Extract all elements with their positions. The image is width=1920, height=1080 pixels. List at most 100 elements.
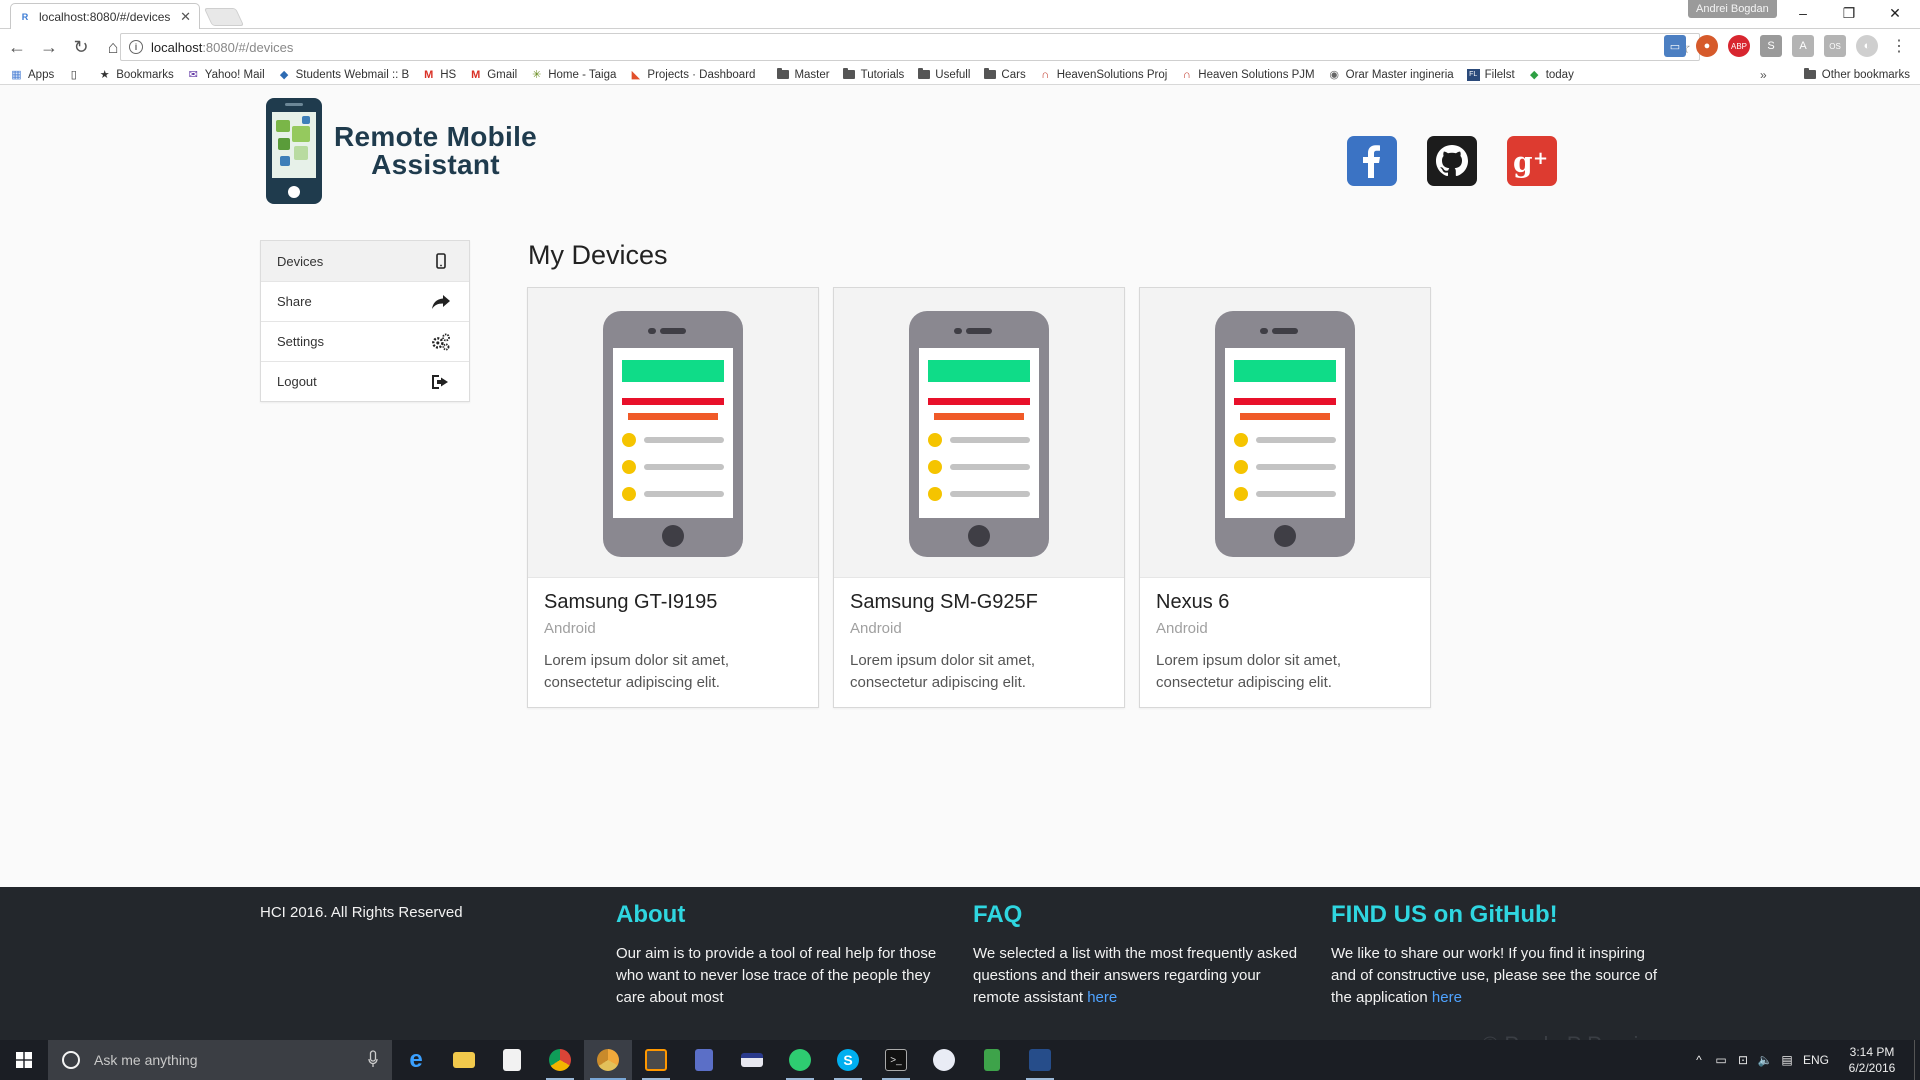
network-icon[interactable]: ⊡ [1732, 1040, 1754, 1080]
app-logo[interactable]: Remote Mobile Assistant [266, 98, 537, 204]
taskbar-paint-icon[interactable] [920, 1040, 968, 1080]
address-bar[interactable]: i localhost:8080/#/devices ☆ [120, 33, 1700, 61]
bookmark-bookmarks[interactable]: ★ Bookmarks [98, 69, 174, 82]
extension-moon-icon[interactable]: ◐ [1856, 35, 1878, 57]
mobile-phone-icon [431, 251, 451, 271]
browser-tab[interactable]: R localhost:8080/#/devices ✕ [10, 3, 200, 29]
device-image [834, 288, 1124, 578]
minimize-icon[interactable]: – [1780, 0, 1826, 26]
taskbar-edge-icon[interactable]: e [392, 1040, 440, 1080]
taskbar-network-app-icon[interactable] [680, 1040, 728, 1080]
bookmark-filelist[interactable]: FL Filelst [1466, 68, 1515, 81]
logo-phone-icon [266, 98, 322, 204]
extension-s-icon[interactable]: S [1760, 35, 1782, 57]
show-desktop-button[interactable] [1914, 1040, 1920, 1080]
taskbar-skype-icon[interactable]: S [824, 1040, 872, 1080]
bookmark-apps[interactable]: ▦ Apps [10, 69, 54, 82]
other-bookmarks[interactable]: Other bookmarks [1804, 68, 1910, 81]
taskbar-terminal-icon[interactable]: >_ [872, 1040, 920, 1080]
extension-chrome-icon[interactable]: ● [1696, 35, 1718, 57]
github-here-link[interactable]: here [1432, 989, 1462, 1006]
taskbar-spreadsheet-icon[interactable] [968, 1040, 1016, 1080]
bookmark-page[interactable]: ▯ [67, 69, 85, 81]
close-tab-icon[interactable]: ✕ [180, 9, 191, 25]
bookmark-folder-tutorials[interactable]: Tutorials [843, 68, 904, 81]
taskbar-whatsapp-icon[interactable] [776, 1040, 824, 1080]
taskbar-store-icon[interactable] [488, 1040, 536, 1080]
taskbar-clock[interactable]: 3:14 PM 6/2/2016 [1834, 1044, 1910, 1076]
sidebar-item-settings[interactable]: Settings [261, 321, 469, 361]
bookmark-gmail[interactable]: M Gmail [469, 69, 517, 81]
sidebar-menu: Devices Share Settings Logout [260, 240, 470, 402]
taskbar-chrome-icon[interactable] [536, 1040, 584, 1080]
filelist-icon: FL [1466, 68, 1480, 81]
sidebar-item-logout[interactable]: Logout [261, 361, 469, 401]
logo-text: Remote Mobile Assistant [334, 121, 538, 180]
bookmark-taiga[interactable]: ✳ Home - Taiga [530, 69, 616, 82]
bookmark-heaven-solutions-pjm[interactable]: ∩ Heaven Solutions PJM [1180, 69, 1315, 81]
footer-about: About Our aim is to provide a tool of re… [616, 901, 946, 1009]
chrome-menu-icon[interactable]: ⋮ [1888, 35, 1910, 57]
bookmark-projects-dashboard[interactable]: ◣ Projects · Dashboard [629, 69, 756, 82]
device-os: Android [1156, 620, 1208, 637]
taskbar-window-app-icon[interactable] [728, 1040, 776, 1080]
taskbar-file-explorer-icon[interactable] [440, 1040, 488, 1080]
battery-icon[interactable]: ▭ [1710, 1040, 1732, 1080]
profile-badge[interactable]: Andrei Bogdan [1688, 0, 1777, 18]
sidebar-item-share[interactable]: Share [261, 281, 469, 321]
bookmark-folder-usefull[interactable]: Usefull [917, 68, 970, 81]
star-icon: ★ [99, 69, 110, 81]
forward-arrow-icon[interactable]: → [34, 32, 64, 62]
taskbar-vscode-icon[interactable] [1016, 1040, 1064, 1080]
device-card[interactable]: Samsung GT-I9195 Android Lorem ipsum dol… [527, 287, 819, 708]
device-card[interactable]: Nexus 6 Android Lorem ipsum dolor sit am… [1139, 287, 1431, 708]
diamond-icon: ◆ [1529, 69, 1539, 81]
url-host: localhost [151, 39, 203, 55]
facebook-icon[interactable] [1347, 136, 1397, 186]
taskbar-sublime-icon[interactable] [632, 1040, 680, 1080]
device-card[interactable]: Samsung SM-G925F Android Lorem ipsum dol… [833, 287, 1125, 708]
extension-a-icon[interactable]: A [1792, 35, 1814, 57]
adblock-icon[interactable]: ABP [1728, 35, 1750, 57]
bookmark-orar-master[interactable]: ◉ Orar Master ingineria [1328, 69, 1453, 82]
close-window-icon[interactable]: ✕ [1872, 0, 1918, 26]
google-plus-icon[interactable]: g + [1507, 136, 1557, 186]
about-heading: About [616, 901, 686, 928]
bookmark-students-webmail[interactable]: ◆ Students Webmail :: B [278, 69, 409, 82]
bookmark-folder-master[interactable]: Master [776, 68, 830, 81]
restore-icon[interactable]: ❐ [1826, 0, 1872, 26]
volume-icon[interactable]: 🔈 [1754, 1040, 1776, 1080]
language-indicator[interactable]: ENG [1798, 1040, 1834, 1080]
more-bookmarks-chevron-icon[interactable]: » [1760, 68, 1767, 82]
bookmark-yahoo-mail[interactable]: ✉ Yahoo! Mail [187, 69, 265, 82]
new-tab-button[interactable] [203, 8, 245, 26]
sidebar-item-devices[interactable]: Devices [261, 241, 469, 281]
apps-grid-icon: ▦ [11, 69, 22, 81]
svg-text:g: g [1513, 146, 1533, 179]
reload-icon[interactable]: ↻ [66, 32, 96, 62]
windows-start-icon[interactable] [0, 1040, 48, 1080]
taskbar-chrome-canary-icon[interactable] [584, 1040, 632, 1080]
github-icon[interactable] [1427, 136, 1477, 186]
phone-illustration-icon [1215, 311, 1355, 557]
globe-icon: ◉ [1329, 69, 1339, 81]
extension-os-icon[interactable]: OS [1824, 35, 1846, 57]
back-arrow-icon[interactable]: ← [2, 32, 32, 62]
action-center-icon[interactable]: ▤ [1776, 1040, 1798, 1080]
extension-cast-icon[interactable]: ▭ [1664, 35, 1686, 57]
page-icon: ▯ [70, 69, 77, 81]
bookmark-heavensolutions-proj[interactable]: ∩ HeavenSolutions Proj [1039, 69, 1167, 81]
cortana-search-input[interactable]: Ask me anything [48, 1040, 392, 1080]
system-tray: ^ ▭ ⊡ 🔈 ▤ ENG 3:14 PM 6/2/2016 [1688, 1040, 1920, 1080]
microphone-icon[interactable] [368, 1050, 378, 1068]
phone-illustration-icon [909, 311, 1049, 557]
bookmark-folder-cars[interactable]: Cars [983, 68, 1026, 81]
bookmark-hs[interactable]: M HS [422, 69, 456, 81]
device-os: Android [544, 620, 596, 637]
tray-chevron-icon[interactable]: ^ [1688, 1040, 1710, 1080]
folder-icon [843, 68, 856, 81]
extension-icons: ▭ ● ABP S A OS ◐ ⋮ [1664, 35, 1910, 57]
info-icon[interactable]: i [129, 40, 143, 54]
bookmark-today[interactable]: ◆ today [1528, 69, 1574, 82]
faq-here-link[interactable]: here [1087, 989, 1117, 1006]
